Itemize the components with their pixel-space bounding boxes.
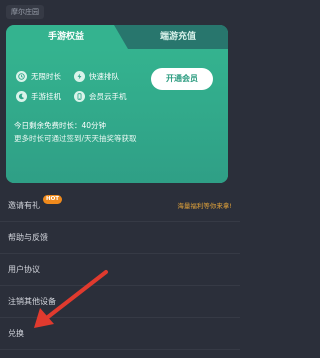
clock-icon [16,70,27,82]
invite-promo-text: 海量福利等你来拿! [177,202,232,210]
benefit-cloud-phone: 会员云手机 [74,89,127,103]
red-arrow-annotation [34,270,108,328]
more-time-hint: 更多时长可通过签到/天天抽奖等获取 [14,134,137,143]
benefit-idle-hang: 手游挂机 [16,89,61,103]
open-vip-button[interactable]: 开通会员 [151,68,213,90]
top-bar: 摩尔庄园 [0,0,240,22]
menu-item-help-feedback[interactable]: 帮助与反馈 [0,222,240,254]
tab-mobile-benefits[interactable]: 手游权益 [6,25,126,49]
free-time-remaining: 今日剩余免费时长：40分钟 [14,121,107,130]
menu-item-invite[interactable]: 邀请有礼 HOT 海量福利等你来拿! [0,190,240,222]
benefit-fast-queue: 快速排队 [74,69,119,83]
hot-badge: HOT [43,195,63,204]
vip-benefits-card: 手游权益 端游充值 无限时长 快速排队 手游挂机 会员云手机 开通会员 今日剩余… [6,25,228,183]
card-body: 无限时长 快速排队 手游挂机 会员云手机 开通会员 今日剩余免费时长：40分钟 … [6,49,228,183]
game-title[interactable]: 摩尔庄园 [6,5,44,19]
moon-icon [16,90,27,102]
phone-icon [74,90,85,102]
benefit-unlimited-time: 无限时长 [16,69,61,83]
lightning-icon [74,70,85,82]
tab-pc-recharge[interactable]: 端游充值 [128,25,228,49]
